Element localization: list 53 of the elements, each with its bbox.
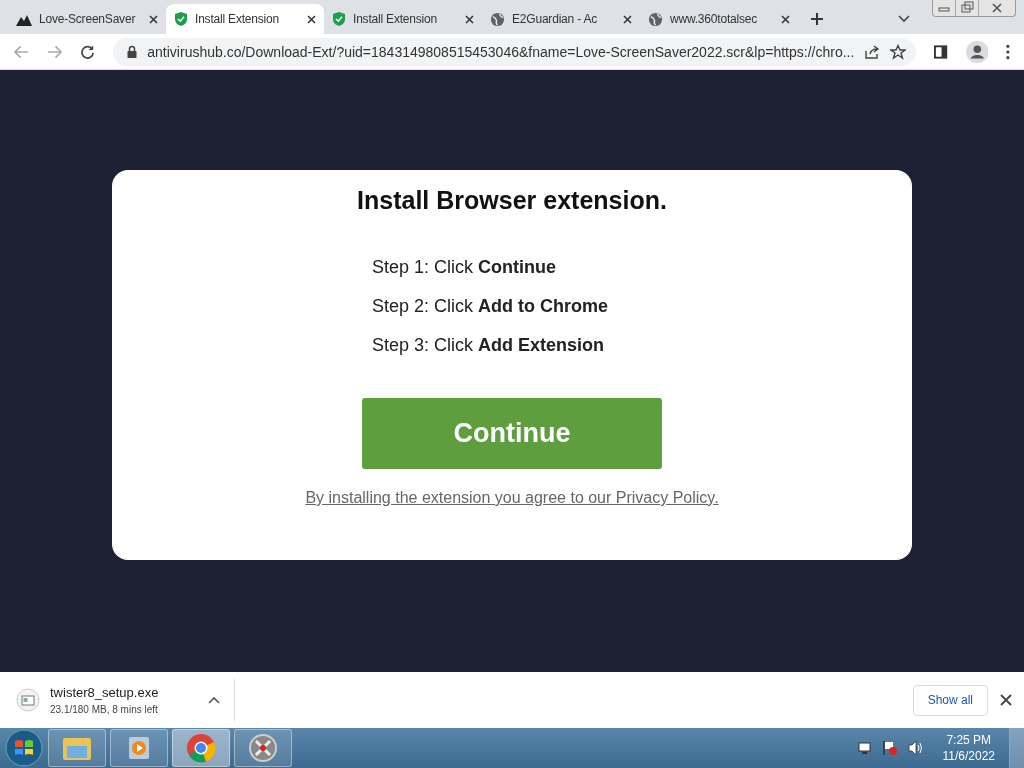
chevron-down-icon[interactable] [898,15,910,23]
lock-icon [127,45,138,58]
clock-date: 11/6/2022 [942,749,995,763]
globe-icon [490,11,505,27]
browser-tab[interactable]: www.360totalsec [640,4,798,34]
reload-icon[interactable] [80,43,96,60]
browser-logo [186,733,216,763]
close-icon[interactable] [623,14,632,24]
close-icon[interactable] [149,14,158,24]
taskbar-app[interactable] [234,729,292,767]
browser-tab[interactable]: Install Extension [324,4,482,34]
flag-icon[interactable] [881,740,898,756]
browser-tab[interactable]: Love-ScreenSaver [8,4,166,34]
folder-icon [62,735,92,761]
shield-icon [332,11,346,27]
browser-tab[interactable]: E2Guardian - Ac [482,4,640,34]
tab-title: Install Extension [195,12,280,26]
taskbar-app[interactable] [110,729,168,767]
taskbar-app[interactable] [48,729,106,767]
start-button[interactable] [4,728,44,768]
close-icon[interactable] [1000,694,1012,706]
step-text: Step 3: Click Add Extension [372,335,606,356]
shield-icon [174,11,188,27]
tab-title: Install Extension [353,12,438,26]
close-icon[interactable] [781,14,790,24]
clock-time: 7:25 PM [946,733,992,747]
side-panel-icon[interactable] [934,44,948,59]
step-text: Step 1: Click Continue [372,257,558,278]
speaker-icon[interactable] [907,740,924,756]
crosshair-icon [248,733,278,763]
star-icon[interactable] [890,43,907,60]
menu-icon[interactable] [1006,43,1010,60]
address-bar[interactable]: antivirushub.co/Download-Ext/?uid=1843149808515453046&fname=Love-ScreenSaver2022.scr&lp=https://chro... [113,37,917,66]
share-icon[interactable] [864,43,881,60]
tab-title: www.360totalsec [670,12,759,26]
play-icon [126,735,152,761]
close-icon[interactable] [307,14,316,24]
network-icon[interactable] [855,740,872,756]
profile-icon[interactable] [965,39,989,64]
show-all-button[interactable]: Show all [912,684,988,716]
file-icon [16,688,40,712]
privacy-policy-link[interactable]: By installing the extension you agree to our Privacy Policy. [305,489,719,507]
card-heading: Install Browser extension. [357,186,667,215]
file-name: twister8_setup.exe [50,685,160,700]
caret-up-icon[interactable] [208,696,220,704]
close-icon[interactable] [465,14,474,24]
browser-tab[interactable]: Install Extension [166,4,324,34]
tab-title: Love-ScreenSaver [39,12,137,26]
download-status: 23.1/180 MB, 8 mins left [50,704,159,715]
tab-title: E2Guardian - Ac [512,12,599,26]
globe-icon [648,11,663,27]
taskbar-app[interactable] [172,729,230,767]
step-text: Step 2: Click Add to Chrome [372,296,609,317]
